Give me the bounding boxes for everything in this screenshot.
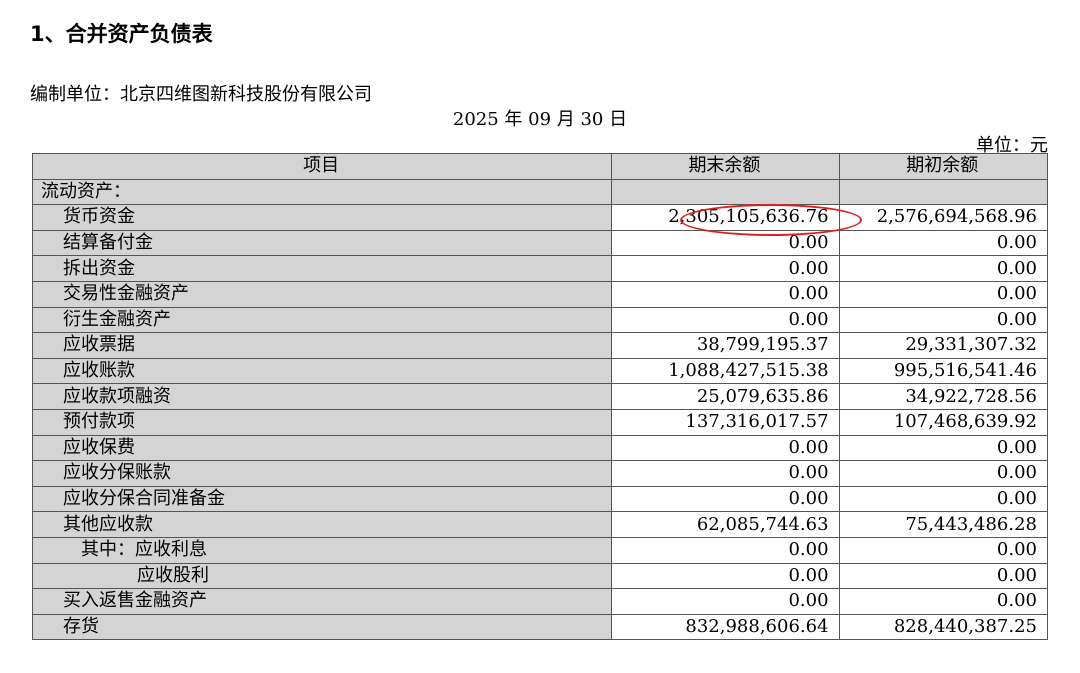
row-period-begin: 0.00	[838, 460, 1049, 487]
section-blank-end	[611, 178, 840, 206]
row-period-begin: 0.00	[838, 485, 1049, 513]
row-period-end: 0.00	[611, 460, 840, 487]
row-period-end: 0.00	[611, 536, 840, 564]
row-item: 应收股利	[31, 562, 613, 590]
prepared-by: 编制单位：北京四维图新科技股份有限公司	[30, 84, 372, 105]
row-item: 应收票据	[31, 332, 613, 359]
row-period-end: 0.00	[611, 588, 840, 615]
row-period-begin: 0.00	[838, 280, 1049, 308]
row-period-begin: 0.00	[838, 306, 1049, 334]
section-label: 流动资产：	[31, 178, 613, 206]
row-period-end: 25,079,635.86	[611, 383, 840, 410]
row-period-begin: 995,516,541.46	[838, 357, 1049, 385]
header-row: 项目 期末余额 期初余额	[31, 153, 1049, 180]
row-period-end: 137,316,017.57	[611, 408, 840, 436]
row-period-end: 38,799,195.37	[611, 332, 840, 359]
table-row: 衍生金融资产 0.00 0.00	[31, 306, 1049, 334]
row-period-begin: 0.00	[838, 562, 1049, 590]
report-date: 2025 年 09 月 30 日	[452, 109, 628, 130]
table-row: 结算备付金 0.00 0.00	[31, 229, 1049, 257]
table-row: 应收保费 0.00 0.00	[31, 434, 1049, 462]
row-item: 买入返售金融资产	[31, 588, 613, 615]
table-row: 预付款项 137,316,017.57 107,468,639.92	[31, 408, 1049, 436]
row-period-begin: 2,576,694,568.96	[838, 204, 1049, 231]
row-item: 其他应收款	[31, 511, 613, 538]
row-period-end: 832,988,606.64	[611, 613, 840, 641]
column-header-period-end: 期末余额	[611, 153, 840, 180]
column-header-item: 项目	[31, 153, 613, 180]
table-row: 其他应收款 62,085,744.63 75,443,486.28	[31, 511, 1049, 538]
table-row: 应收票据 38,799,195.37 29,331,307.32	[31, 332, 1049, 359]
section-blank-begin	[838, 178, 1049, 206]
row-item: 存货	[31, 613, 613, 641]
row-period-end: 2,305,105,636.76	[611, 204, 840, 231]
table-row: 买入返售金融资产 0.00 0.00	[31, 588, 1049, 615]
table-row: 存货 832,988,606.64 828,440,387.25	[31, 613, 1049, 641]
row-period-begin: 0.00	[838, 434, 1049, 462]
row-period-begin: 0.00	[838, 255, 1049, 282]
row-period-end: 62,085,744.63	[611, 511, 840, 538]
row-item: 预付款项	[31, 408, 613, 436]
table-row: 交易性金融资产 0.00 0.00	[31, 280, 1049, 308]
row-item: 应收分保合同准备金	[31, 485, 613, 513]
row-period-begin: 107,468,639.92	[838, 408, 1049, 436]
table-row: 应收款项融资 25,079,635.86 34,922,728.56	[31, 383, 1049, 410]
row-item: 应收保费	[31, 434, 613, 462]
balance-sheet-table: 项目 期末余额 期初余额 流动资产： 货币资金 2,305,105,636.76 2…	[31, 153, 1049, 641]
row-item: 结算备付金	[31, 229, 613, 257]
row-period-end: 0.00	[611, 306, 840, 334]
row-period-begin: 0.00	[838, 536, 1049, 564]
table-row: 拆出资金 0.00 0.00	[31, 255, 1049, 282]
row-item: 应收分保账款	[31, 460, 613, 487]
row-period-begin: 34,922,728.56	[838, 383, 1049, 410]
section-row: 流动资产：	[31, 178, 1049, 206]
table-row: 其中：应收利息 0.00 0.00	[31, 536, 1049, 564]
row-period-end: 0.00	[611, 280, 840, 308]
row-period-begin: 0.00	[838, 229, 1049, 257]
table-row: 应收分保合同准备金 0.00 0.00	[31, 485, 1049, 513]
row-item: 其中：应收利息	[31, 536, 613, 564]
row-item: 衍生金融资产	[31, 306, 613, 334]
row-period-begin: 0.00	[838, 588, 1049, 615]
statement-heading: 1、合并资产负债表	[30, 22, 213, 46]
table-row: 应收账款 1,088,427,515.38 995,516,541.46	[31, 357, 1049, 385]
row-item: 交易性金融资产	[31, 280, 613, 308]
table-row: 货币资金 2,305,105,636.76 2,576,694,568.96	[31, 204, 1049, 231]
table-row: 应收股利 0.00 0.00	[31, 562, 1049, 590]
row-period-end: 0.00	[611, 562, 840, 590]
row-period-end: 0.00	[611, 255, 840, 282]
row-period-end: 0.00	[611, 485, 840, 513]
row-item: 应收款项融资	[31, 383, 613, 410]
row-period-end: 0.00	[611, 434, 840, 462]
row-period-end: 0.00	[611, 229, 840, 257]
table-row: 应收分保账款 0.00 0.00	[31, 460, 1049, 487]
row-item: 拆出资金	[31, 255, 613, 282]
row-period-begin: 29,331,307.32	[838, 332, 1049, 359]
row-period-end: 1,088,427,515.38	[611, 357, 840, 385]
row-period-begin: 828,440,387.25	[838, 613, 1049, 641]
row-period-begin: 75,443,486.28	[838, 511, 1049, 538]
row-item: 应收账款	[31, 357, 613, 385]
column-header-period-begin: 期初余额	[838, 153, 1049, 180]
row-item: 货币资金	[31, 204, 613, 231]
